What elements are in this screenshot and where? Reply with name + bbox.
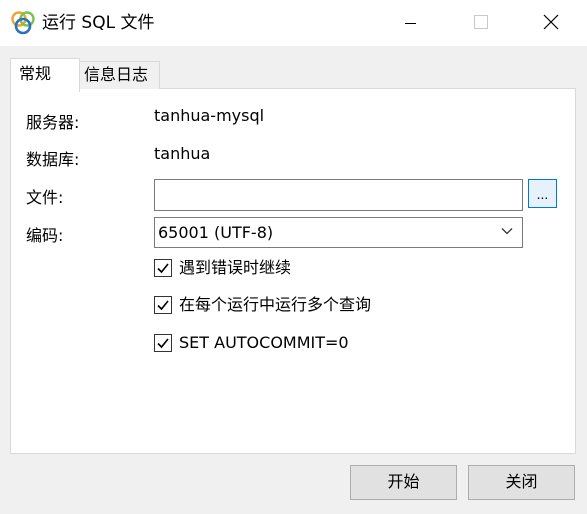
server-value: tanhua-mysql (154, 106, 265, 125)
maximize-icon (474, 15, 488, 29)
close-icon (543, 14, 559, 30)
encoding-label: 编码: (26, 226, 64, 245)
server-label: 服务器: (26, 113, 80, 132)
checkmark-icon (157, 338, 169, 349)
continue-on-error-checkbox[interactable] (154, 259, 172, 277)
database-value: tanhua (154, 144, 211, 163)
run-sql-file-dialog: 运行 SQL 文件 常规 信息日志 服务器: tanhua-mysql 数据库:… (0, 0, 587, 514)
window-title: 运行 SQL 文件 (42, 13, 155, 33)
tab-message-log[interactable]: 信息日志 (80, 61, 160, 89)
start-button[interactable]: 开始 (350, 465, 457, 500)
chevron-down-icon (501, 228, 513, 235)
checkmark-icon (157, 300, 169, 311)
multiple-queries-checkbox[interactable] (154, 296, 172, 314)
multiple-queries-label: 在每个运行中运行多个查询 (179, 295, 372, 314)
autocommit-label: SET AUTOCOMMIT=0 (179, 333, 349, 352)
close-button[interactable]: 关闭 (468, 465, 575, 500)
continue-on-error-label: 遇到错误时继续 (179, 258, 292, 277)
general-tab-panel (10, 88, 576, 454)
title-bar: 运行 SQL 文件 (0, 0, 587, 46)
close-window-button[interactable] (520, 0, 578, 46)
checkmark-icon (157, 263, 169, 274)
encoding-select[interactable]: 65001 (UTF-8) (154, 217, 523, 248)
tab-general[interactable]: 常规 (10, 58, 80, 92)
browse-file-button[interactable]: ... (528, 179, 557, 208)
navicat-logo-icon (11, 11, 35, 35)
file-label: 文件: (26, 188, 64, 207)
minimize-icon (405, 23, 416, 24)
autocommit-checkbox[interactable] (154, 334, 172, 352)
file-path-input[interactable] (154, 179, 523, 211)
maximize-button[interactable] (450, 0, 508, 46)
encoding-selected-value: 65001 (UTF-8) (158, 223, 274, 242)
minimize-button[interactable] (382, 0, 440, 46)
database-label: 数据库: (26, 150, 80, 169)
